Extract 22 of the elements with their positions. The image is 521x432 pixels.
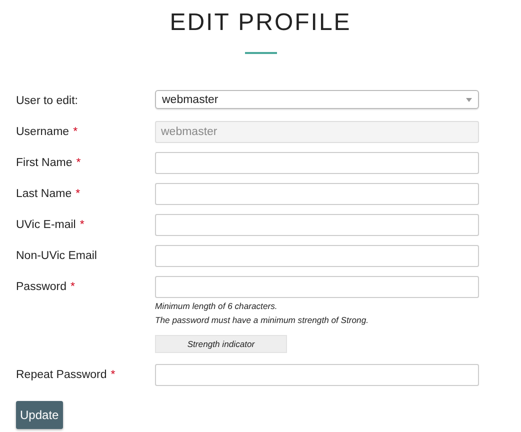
field-label: Password * [16,280,76,295]
input-field[interactable] [155,183,479,205]
field-label: Repeat Password * [16,368,116,383]
input-field[interactable] [155,152,479,174]
field-label: Last Name * [16,187,82,202]
dropdown-caret-icon [466,98,472,102]
user-select[interactable]: webmaster [155,90,479,109]
field-label: Username * [16,125,79,140]
page-title: EDIT PROFILE [170,8,352,38]
field-label: User to edit: [16,94,79,109]
input-field[interactable] [155,245,479,267]
field-label: First Name * [16,156,82,171]
input-field[interactable] [155,276,479,298]
input-field[interactable] [155,214,479,236]
field-label: Non-UVic Email [16,249,98,264]
hint-text: Minimum length of 6 characters. [155,300,278,313]
hint-text: The password must have a minimum strength of Strong. [155,314,369,327]
strength-indicator: Strength indicator [155,335,287,353]
update-button[interactable]: Update [16,401,63,429]
title-underline [244,52,276,54]
field-label: UVic E-mail * [16,218,86,233]
input-field[interactable] [155,364,479,386]
